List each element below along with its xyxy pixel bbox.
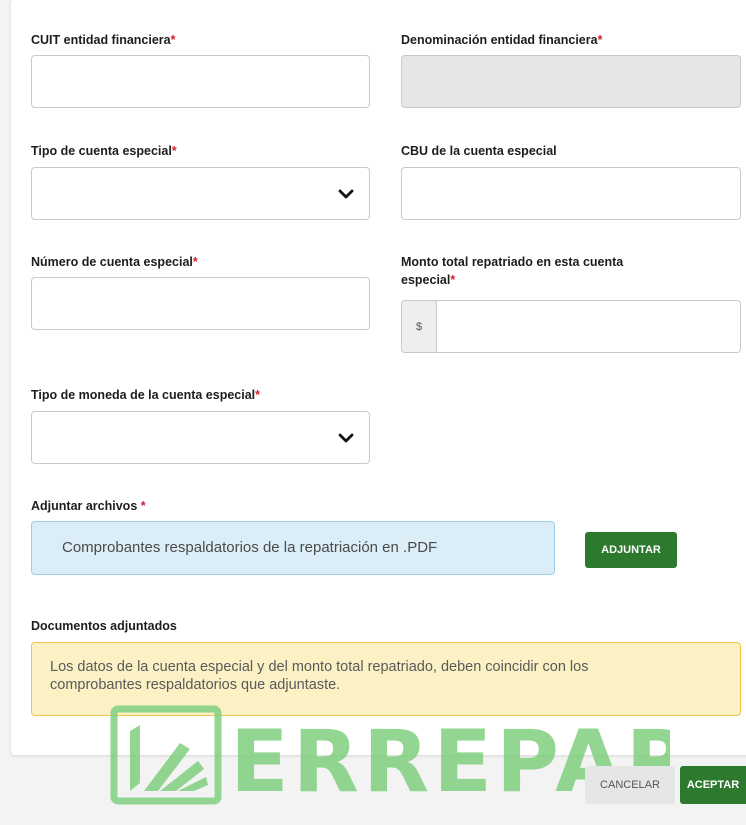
tipo-cuenta-label-text: Tipo de cuenta especial (31, 144, 172, 158)
warning-alert: Los datos de la cuenta especial y del mo… (31, 642, 741, 716)
required-mark: * (450, 273, 456, 287)
denominacion-label: Denominación entidad financiera* (401, 31, 602, 49)
chevron-down-icon (338, 189, 354, 199)
monto-label-line2: especial (401, 273, 451, 287)
required-mark: * (171, 144, 177, 158)
cancel-button[interactable]: CANCELAR (585, 766, 675, 804)
monto-label-line1: Monto total repatriado en esta cuenta (401, 255, 624, 269)
alert-line1: Los datos de la cuenta especial y del mo… (50, 659, 589, 675)
cbu-label: CBU de la cuenta especial (401, 142, 557, 160)
numero-cuenta-label-text: Número de cuenta especial (31, 255, 193, 269)
adjuntar-label: Adjuntar archivos * (31, 497, 146, 515)
required-mark: * (140, 499, 146, 513)
required-mark: * (597, 33, 603, 47)
numero-cuenta-label: Número de cuenta especial* (31, 253, 198, 271)
moneda-label-text: Tipo de moneda de la cuenta especial (31, 388, 256, 402)
required-mark: * (192, 255, 198, 269)
chevron-down-icon (338, 433, 354, 443)
moneda-label: Tipo de moneda de la cuenta especial* (31, 386, 260, 404)
adjuntar-button[interactable]: ADJUNTAR (585, 532, 677, 568)
monto-label: Monto total repatriado en esta cuenta es… (401, 253, 701, 289)
cuit-label-text: CUIT entidad financiera (31, 33, 171, 47)
tipo-cuenta-select[interactable] (31, 167, 370, 220)
accept-button[interactable]: ACEPTAR (680, 766, 746, 804)
moneda-select[interactable] (31, 411, 370, 464)
cuit-input[interactable] (31, 55, 370, 108)
denominacion-label-text: Denominación entidad financiera (401, 33, 598, 47)
cuit-label: CUIT entidad financiera* (31, 31, 175, 49)
required-mark: * (255, 388, 261, 402)
cbu-label-text: CBU de la cuenta especial (401, 144, 557, 158)
cbu-input[interactable] (401, 167, 741, 220)
denominacion-input (401, 55, 741, 108)
currency-prefix: $ (401, 300, 437, 353)
attachment-dropzone[interactable]: Comprobantes respaldatorios de la repatr… (31, 521, 555, 575)
tipo-cuenta-label: Tipo de cuenta especial* (31, 142, 177, 160)
monto-input[interactable] (436, 300, 741, 353)
alert-line2: comprobantes respaldatorios que adjuntas… (50, 677, 341, 693)
required-mark: * (170, 33, 176, 47)
numero-cuenta-input[interactable] (31, 277, 370, 330)
documents-label: Documentos adjuntados (31, 619, 177, 633)
adjuntar-label-text: Adjuntar archivos (31, 499, 138, 513)
